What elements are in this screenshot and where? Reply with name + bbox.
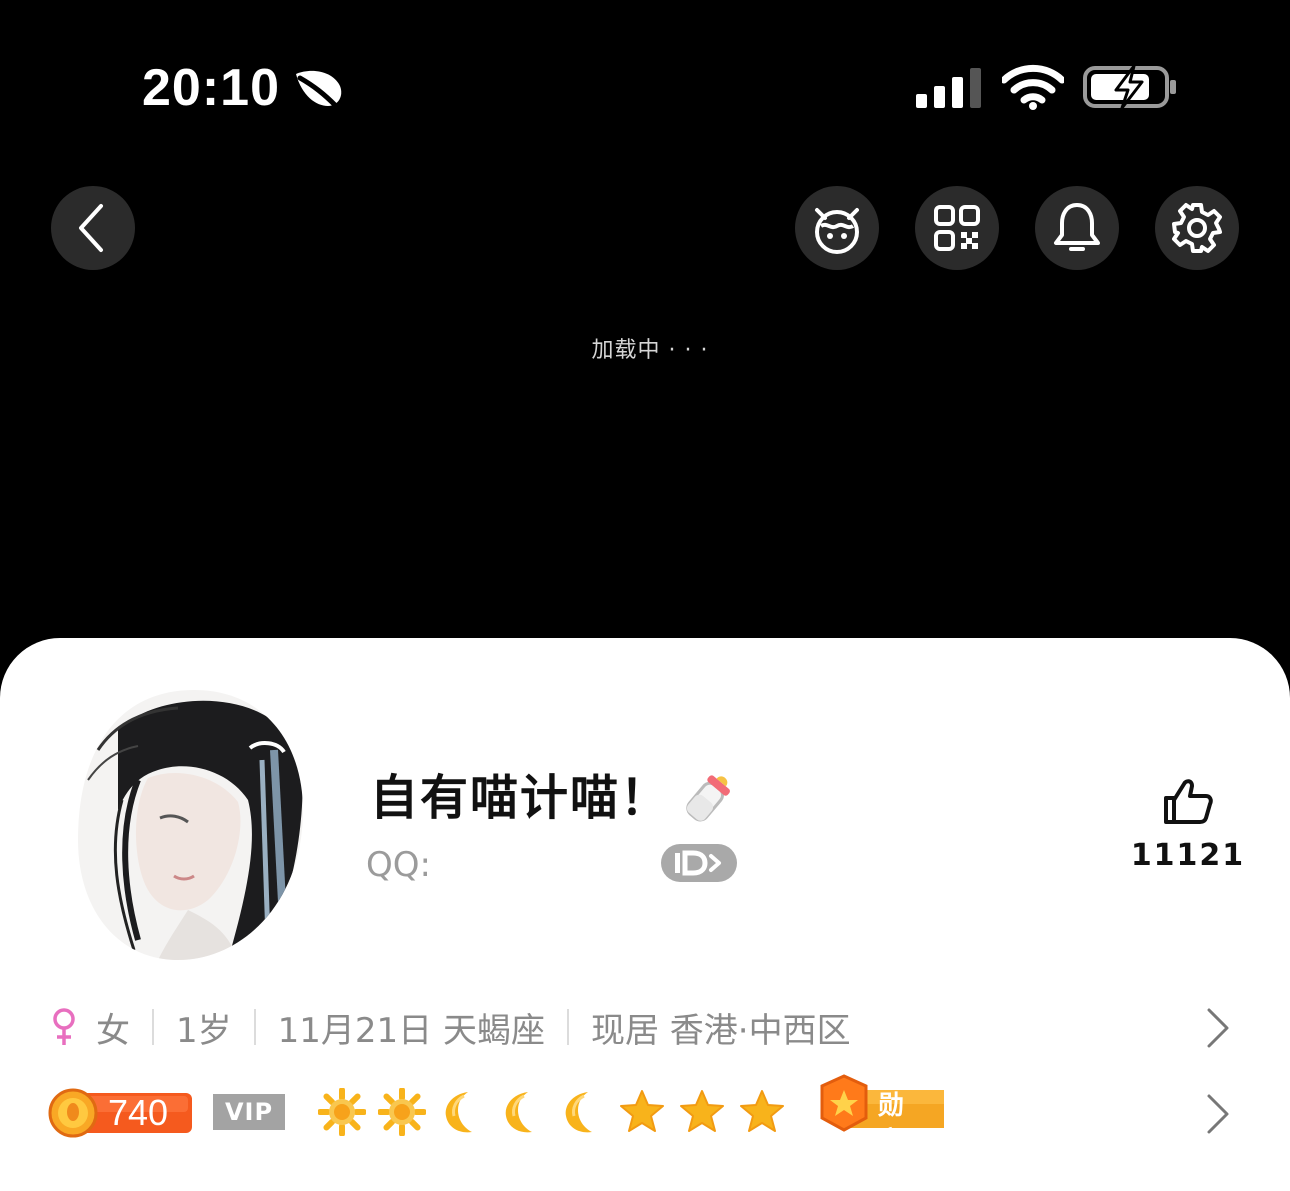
signal-icon xyxy=(916,68,981,108)
leaf-icon xyxy=(296,70,342,109)
info-row[interactable]: 女 1岁 11月21日 天蝎座 现居 香港·中西区 xyxy=(50,1002,851,1052)
divider xyxy=(566,1009,569,1045)
moon-level-icon xyxy=(505,1092,532,1133)
coin-value: 740 xyxy=(108,1092,169,1133)
vip-badge[interactable]: VIP xyxy=(213,1094,285,1130)
qq-label: QQ: xyxy=(366,845,431,885)
star-level-icon xyxy=(680,1090,724,1132)
wifi-icon xyxy=(1002,64,1064,110)
sun-level-icon xyxy=(378,1088,426,1136)
battery-charging-icon xyxy=(1083,64,1176,110)
divider xyxy=(152,1009,154,1045)
medal-label: 勋章 xyxy=(878,1091,905,1157)
nickname: 自有喵计喵！ xyxy=(370,770,671,826)
moon-level-icon xyxy=(445,1092,472,1133)
location-text: 现居 香港·中西区 xyxy=(590,1010,851,1051)
avatar[interactable] xyxy=(78,690,310,960)
qr-code-icon xyxy=(934,205,980,251)
baby-bottle-icon xyxy=(686,775,730,822)
qr-code-button[interactable] xyxy=(915,186,999,270)
status-time: 20:10 xyxy=(142,59,280,117)
star-level-icon xyxy=(740,1090,784,1132)
moon-level-icon xyxy=(565,1092,592,1133)
pet-icon xyxy=(815,208,859,254)
divider xyxy=(253,1009,256,1045)
like-count: 11121 xyxy=(1130,838,1246,873)
profile-card: 自有喵计喵！ QQ: 11121 女 1岁 11月21日 天蝎座 现居 香港·中… xyxy=(0,638,1290,1191)
id-badge[interactable] xyxy=(661,844,737,882)
star-level-icon xyxy=(620,1090,664,1132)
loading-text: 加载中 · · · xyxy=(591,338,709,363)
chevron-right-icon[interactable] xyxy=(1205,1006,1231,1050)
profile-screen: 20:10 加载中 · · · 自有喵计喵！ QQ: 11121 女 1岁 11… xyxy=(0,0,1290,1191)
sun-level-icon xyxy=(318,1088,366,1136)
settings-button[interactable] xyxy=(1155,186,1239,270)
back-icon xyxy=(79,204,103,252)
gender-text: 女 xyxy=(96,1010,130,1051)
thumbs-up-icon[interactable] xyxy=(1162,776,1214,826)
gear-icon xyxy=(1172,203,1222,253)
chevron-right-icon[interactable] xyxy=(1205,1092,1231,1136)
notification-button[interactable] xyxy=(1035,186,1119,270)
id-icon xyxy=(675,850,721,876)
female-icon xyxy=(53,1008,75,1045)
birthday-text: 11月21日 天蝎座 xyxy=(277,1010,545,1051)
pet-button[interactable] xyxy=(795,186,879,270)
age-text: 1岁 xyxy=(176,1010,232,1051)
back-button[interactable] xyxy=(51,186,135,270)
bell-icon xyxy=(1054,203,1100,251)
